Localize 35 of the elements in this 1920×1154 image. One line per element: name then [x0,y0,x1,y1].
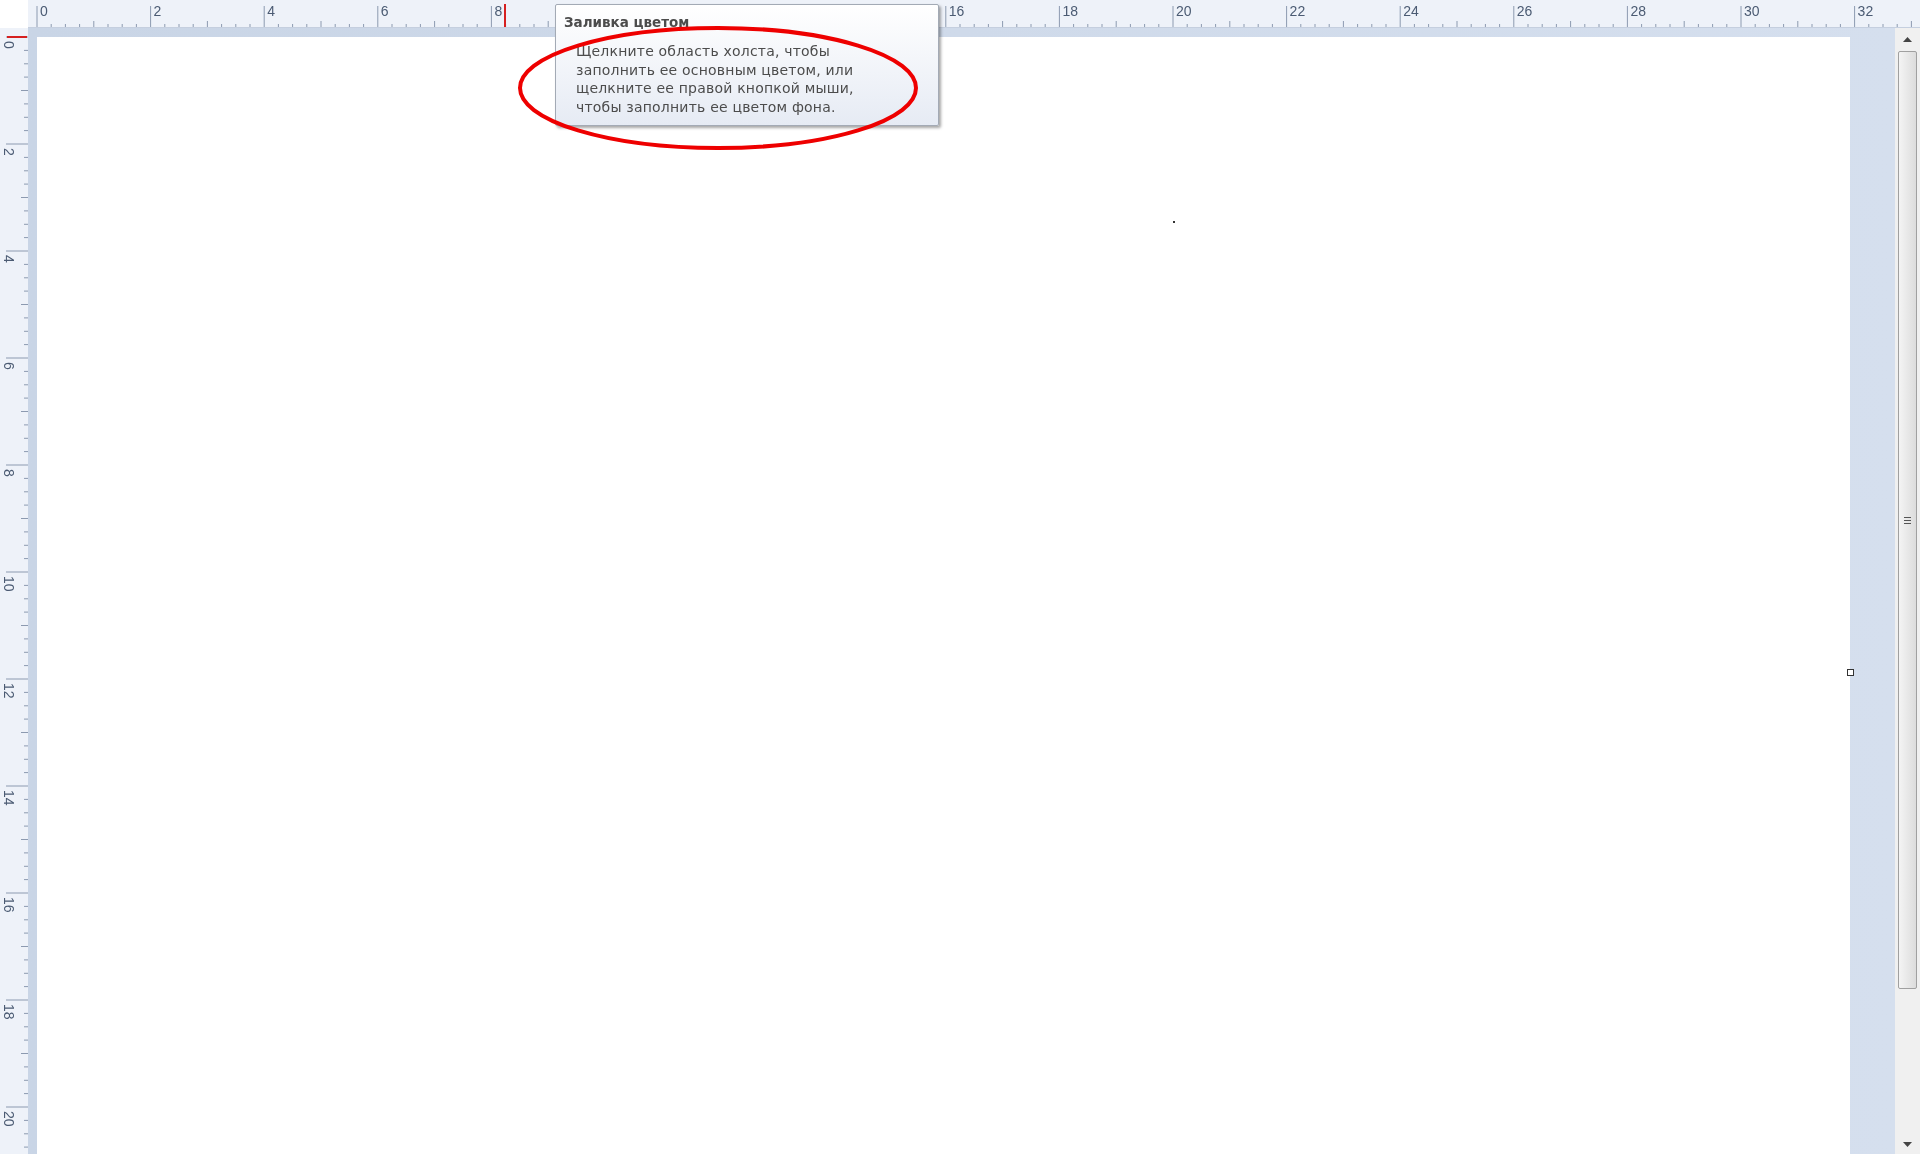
ruler-label: 8 [494,4,503,19]
ruler-label: 8 [1,469,16,477]
ruler-label: 30 [1744,4,1760,19]
ruler-label: 4 [267,4,275,19]
ruler-label: 2 [153,4,162,19]
ruler-label: 20 [1176,4,1192,19]
ruler-label: 6 [1,362,16,370]
ruler-label: 12 [1,683,16,699]
ruler-label: 22 [1289,4,1306,19]
ruler-label: 0 [1,41,16,49]
ruler-label: 24 [1403,4,1419,19]
scroll-down-icon[interactable] [1903,1142,1912,1147]
ruler-label: 10 [1,576,16,592]
cursor-marker [504,4,506,27]
ruler-label: 6 [380,4,389,19]
resize-handle[interactable] [1847,669,1854,676]
scroll-up-icon[interactable] [1903,37,1912,42]
ruler-label: 18 [1,1004,16,1020]
ruler-label: 16 [1,897,16,913]
ruler-label: 32 [1857,4,1874,19]
ruler-label: 20 [1,1111,16,1127]
scroll-thumb[interactable] [1898,51,1917,989]
ruler-label: 2 [1,148,16,156]
ruler-label: 18 [1062,4,1078,19]
ruler-label: 14 [1,790,16,806]
tooltip-text: Щелкните область холста, чтобы заполнить ее основным цветом, или щелкните ее правой кнопкой мыши, чтобы заполнить ее цветом фона. [576,42,854,116]
tooltip-title: Заливка цветом [564,14,691,31]
cursor-marker [7,36,27,38]
ruler-label: 26 [1516,4,1533,19]
ruler-label: 0 [40,4,48,19]
ruler-label: 28 [1630,4,1646,19]
ruler-label: 4 [1,255,16,263]
grip-icon [1904,516,1911,524]
ruler-label: 16 [948,4,965,19]
vertical-scrollbar[interactable] [1895,28,1920,1154]
